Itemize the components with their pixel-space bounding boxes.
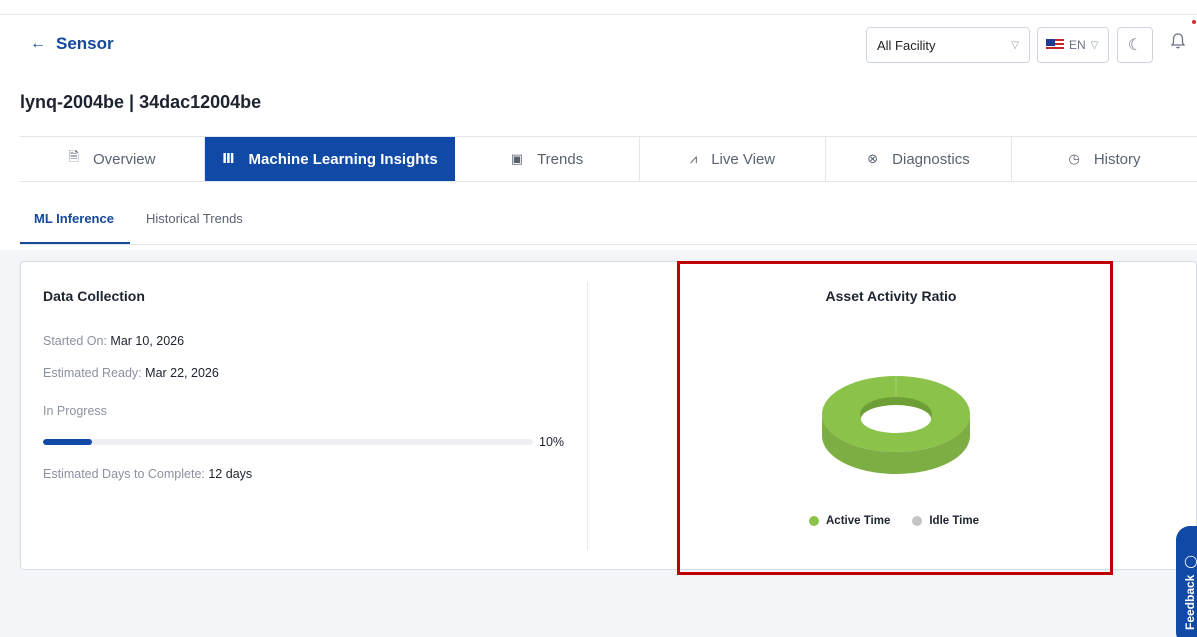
days-to-complete-label: Estimated Days to Complete: xyxy=(43,467,205,481)
back-label: Sensor xyxy=(56,34,114,53)
document-icon: 🗎 xyxy=(68,149,79,164)
tab-label: Diagnostics xyxy=(892,150,970,168)
sub-tabs: ML Inference Historical Trends xyxy=(20,208,1197,245)
chevron-down-icon: ▽ xyxy=(1011,39,1019,51)
chart-legend: Active Time Idle Time xyxy=(809,515,979,527)
main-tabs: 🗎 Overview Ⅲ Machine Learning Insights ▣… xyxy=(20,136,1197,182)
notifications-button[interactable] xyxy=(1170,32,1186,55)
legend-label: Idle Time xyxy=(929,515,979,527)
legend-dot xyxy=(912,516,923,526)
top-divider xyxy=(0,14,1197,15)
legend-label: Active Time xyxy=(826,515,891,527)
started-on-row: Started On: Mar 10, 2026 xyxy=(43,334,184,348)
bell-icon xyxy=(1170,33,1186,49)
subtab-ml-inference[interactable]: ML Inference xyxy=(34,211,114,226)
started-on-label: Started On: xyxy=(43,334,107,348)
chat-icon: ◯ xyxy=(1183,555,1197,569)
device-title: lynq-2004be | 34dac12004be xyxy=(20,92,262,112)
progress-bar-fill xyxy=(43,439,92,445)
theme-toggle-button[interactable]: ☾ xyxy=(1117,27,1153,63)
subtab-historical-trends[interactable]: Historical Trends xyxy=(146,211,243,226)
history-icon: ◷ xyxy=(1068,151,1080,166)
asset-activity-donut-chart xyxy=(822,376,970,474)
facility-select-value: All Facility xyxy=(877,37,936,53)
back-to-sensor-button[interactable]: ← Sensor xyxy=(30,34,114,54)
asset-activity-chart-title: Asset Activity Ratio xyxy=(825,288,957,304)
feedback-button[interactable]: Feedback ◯ xyxy=(1176,526,1197,637)
tab-label: Live View xyxy=(711,150,776,168)
language-select[interactable]: EN ▽ xyxy=(1037,27,1109,63)
progress-percent: 10% xyxy=(539,435,565,449)
estimated-ready-value: Mar 22, 2026 xyxy=(145,366,219,380)
tab-label: Trends xyxy=(537,150,584,168)
feedback-text: Feedback ◯ xyxy=(1183,555,1197,630)
tab-trends[interactable]: ▣ Trends xyxy=(455,137,640,181)
progress-bar xyxy=(43,439,533,445)
tab-diagnostics[interactable]: ⊗ Diagnostics xyxy=(826,137,1012,181)
tab-live-view[interactable]: ⩘ Live View xyxy=(640,137,826,181)
back-arrow-icon: ← xyxy=(30,35,46,52)
tab-label: Machine Learning Insights xyxy=(248,150,438,168)
donut-hole xyxy=(861,405,931,433)
library-icon: Ⅲ xyxy=(222,151,235,166)
active-subtab-indicator xyxy=(20,242,130,244)
diagnostics-icon: ⊗ xyxy=(867,151,879,166)
days-to-complete-value: 12 days xyxy=(208,467,253,481)
notification-badge xyxy=(1192,20,1196,24)
tab-label: History xyxy=(1093,150,1141,168)
legend-item-idle-time[interactable]: Idle Time xyxy=(912,515,979,527)
started-on-value: Mar 10, 2026 xyxy=(110,334,185,348)
us-flag-icon xyxy=(1046,39,1064,51)
days-to-complete-row: Estimated Days to Complete: 12 days xyxy=(43,467,252,481)
legend-item-active-time[interactable]: Active Time xyxy=(809,515,890,527)
card-divider xyxy=(587,282,588,550)
tab-label: Overview xyxy=(92,150,156,168)
facility-select[interactable]: All Facility ▽ xyxy=(866,27,1030,63)
estimated-ready-label: Estimated Ready: xyxy=(43,366,142,380)
trend-doc-icon: ▣ xyxy=(510,151,524,166)
chevron-down-icon: ▽ xyxy=(1090,39,1099,51)
chart-line-icon: ⩘ xyxy=(689,151,698,166)
tab-history[interactable]: ◷ History xyxy=(1012,137,1197,181)
moon-icon: ☾ xyxy=(1127,37,1143,54)
tab-overview[interactable]: 🗎 Overview xyxy=(20,137,205,181)
ml-inference-card: Data Collection Started On: Mar 10, 2026… xyxy=(20,261,1197,570)
status-text: In Progress xyxy=(43,404,107,418)
legend-dot xyxy=(809,516,819,526)
tab-machine-learning-insights[interactable]: Ⅲ Machine Learning Insights xyxy=(205,137,455,181)
language-value: EN xyxy=(1069,38,1086,52)
feedback-label: Feedback xyxy=(1183,574,1197,630)
data-collection-title: Data Collection xyxy=(43,288,145,304)
estimated-ready-row: Estimated Ready: Mar 22, 2026 xyxy=(43,366,219,380)
